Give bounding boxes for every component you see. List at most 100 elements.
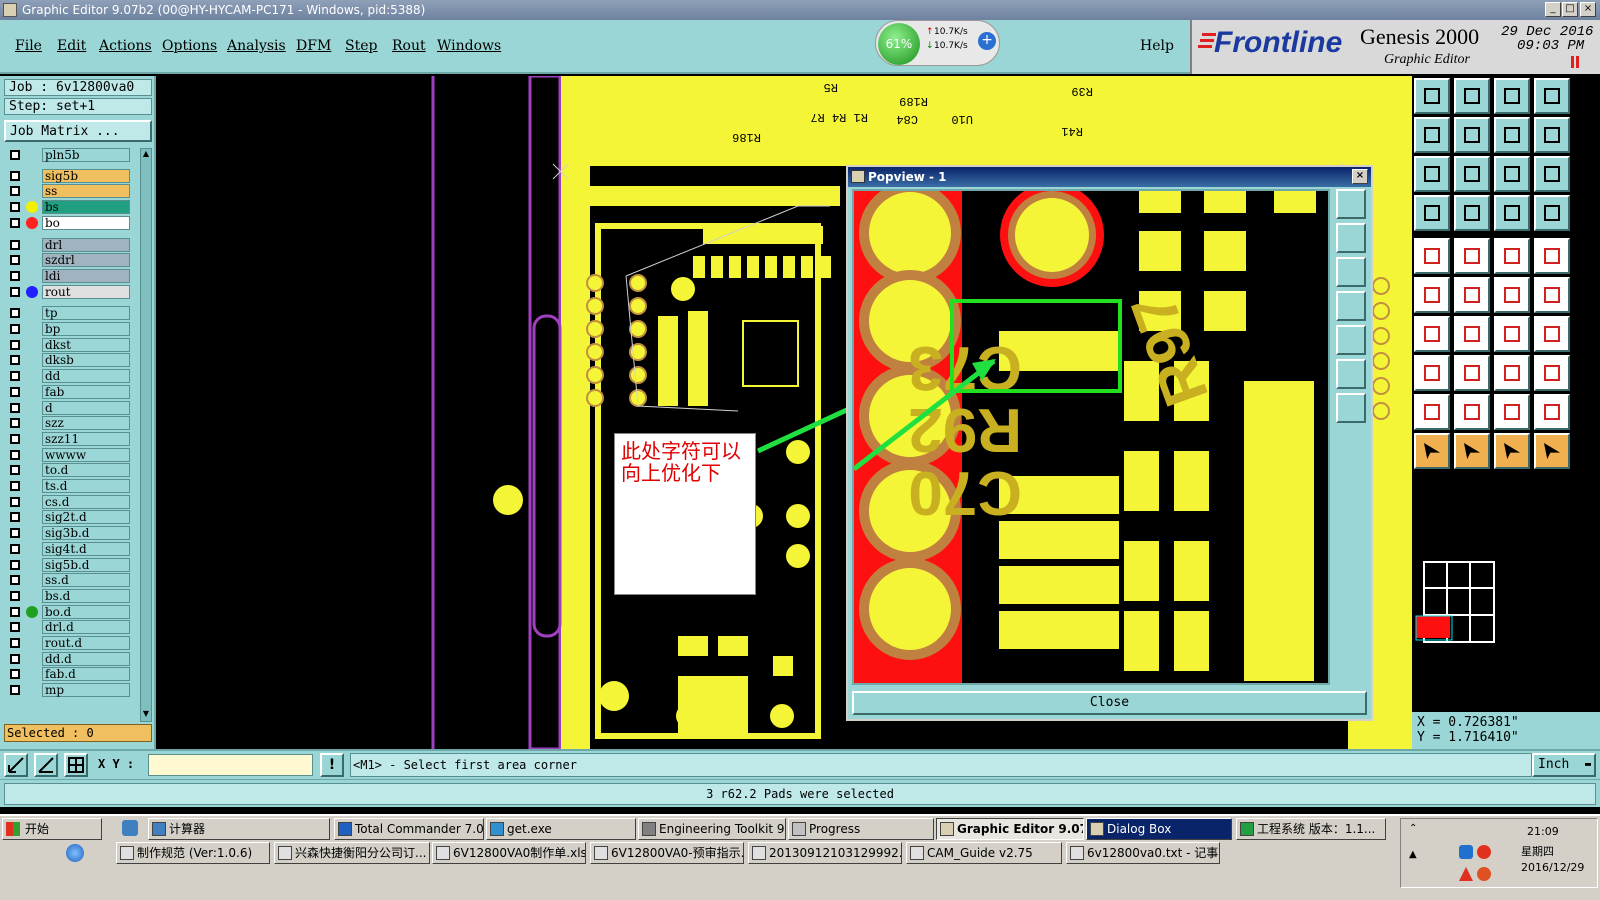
menu-step[interactable]: Step	[345, 38, 377, 54]
close-window-button[interactable]: ×	[1580, 2, 1596, 17]
select-tool[interactable]	[1414, 238, 1450, 274]
text-tool[interactable]	[1534, 316, 1570, 352]
menu-windows[interactable]: Windows	[437, 38, 501, 54]
pointer2-tool[interactable]	[1454, 433, 1490, 469]
scroll-up-icon[interactable]: ▲	[141, 149, 151, 161]
layer-name[interactable]: fab.d	[42, 667, 130, 682]
layer-checkbox[interactable]	[10, 606, 20, 617]
layer-checkbox[interactable]	[10, 418, 20, 429]
plus-icon[interactable]: +	[978, 32, 996, 50]
arc-tool[interactable]	[1414, 394, 1450, 430]
taskbar-item[interactable]: 工程系统 版本：1.1...	[1236, 818, 1386, 840]
ruler-tool[interactable]	[1494, 238, 1530, 274]
taskbar-item[interactable]: Engineering Toolkit 9.0...	[638, 818, 786, 840]
help-tool[interactable]	[1534, 156, 1570, 192]
layer-name[interactable]: pln5b	[42, 148, 130, 162]
layer-row-szz11[interactable]: szz11	[6, 431, 130, 446]
layer-row-drl-d[interactable]: drl.d	[6, 620, 130, 635]
polygon-tool[interactable]	[1534, 394, 1570, 430]
layer-row-ldi[interactable]: ldi	[6, 268, 130, 283]
layer-checkbox[interactable]	[10, 559, 20, 570]
layer-checkbox[interactable]	[10, 202, 20, 213]
zoom-page-button[interactable]	[1336, 223, 1366, 253]
layer-checkbox[interactable]	[10, 255, 20, 266]
drc-tool[interactable]	[1534, 195, 1570, 231]
taskbar-item[interactable]: 6V12800VA0-预审指示...	[590, 842, 744, 864]
menu-options[interactable]: Options	[162, 38, 217, 54]
snap-icon[interactable]	[4, 753, 28, 777]
layer-name[interactable]: szdrl	[42, 253, 130, 268]
taskbar-item[interactable]: Dialog Box	[1086, 818, 1232, 840]
popview-close-x-button[interactable]: ×	[1352, 169, 1368, 184]
layer-checkbox[interactable]	[10, 496, 20, 507]
net-monitor-widget[interactable]: 61% ↑ 10.7K/s ↓ 10.7K/s +	[875, 20, 1000, 66]
cross-tool[interactable]	[1454, 277, 1490, 313]
panel-tool[interactable]	[1534, 78, 1570, 114]
layer-checkbox[interactable]	[10, 543, 20, 554]
layer-name[interactable]: d	[42, 400, 130, 415]
layer-name[interactable]: sig2t.d	[42, 510, 130, 525]
layer-checkbox[interactable]	[10, 402, 20, 413]
layer-name[interactable]: ss.d	[42, 573, 130, 588]
pan-up-button[interactable]	[1336, 189, 1366, 219]
start-button[interactable]: 开始	[2, 818, 102, 840]
zoom-home-button[interactable]	[1336, 393, 1366, 423]
layer-row-sig5b-d[interactable]: sig5b.d	[6, 557, 130, 572]
layer-row-bp[interactable]: bp	[6, 322, 130, 336]
tray-update-icon[interactable]	[1477, 867, 1491, 881]
layer-row-sig5b[interactable]: sig5b	[6, 168, 130, 183]
layer-checkbox[interactable]	[10, 270, 20, 281]
move-right-tool[interactable]	[1454, 117, 1490, 153]
quick-launch-icon[interactable]	[66, 844, 84, 862]
grid-icon[interactable]	[64, 753, 88, 777]
layer-checkbox[interactable]	[10, 355, 20, 366]
layer-row-pln5b[interactable]: pln5b	[6, 148, 130, 162]
split-tool[interactable]	[1454, 355, 1490, 391]
layer-row-bs-d[interactable]: bs.d	[6, 588, 130, 603]
move-left-tool[interactable]	[1414, 117, 1450, 153]
layer-checkbox[interactable]	[10, 186, 20, 197]
measure-icon[interactable]	[34, 753, 58, 777]
taskbar-item[interactable]: 计算器	[148, 818, 330, 840]
flip-tool[interactable]	[1494, 117, 1530, 153]
vias-tool[interactable]	[1534, 277, 1570, 313]
taskbar-item[interactable]: 6V12800VA0制作单.xls	[432, 842, 586, 864]
line-tool[interactable]	[1454, 238, 1490, 274]
layer-row-wwww[interactable]: wwww	[6, 447, 130, 462]
zoom-down-button[interactable]	[1336, 257, 1366, 287]
zoom-left-button[interactable]	[1336, 291, 1366, 321]
circle-tool[interactable]	[1534, 238, 1570, 274]
pointer-tool[interactable]	[1414, 433, 1450, 469]
layer-checkbox[interactable]	[10, 433, 20, 444]
layer-row-sig4t-d[interactable]: sig4t.d	[6, 541, 130, 556]
taskbar-item[interactable]: 兴森快捷衡阳分公司订...	[274, 842, 430, 864]
layer-row-ts-d[interactable]: ts.d	[6, 479, 130, 493]
taskbar-item[interactable]: CAM_Guide v2.75	[906, 842, 1062, 864]
layer-name[interactable]: ss	[42, 184, 130, 199]
menu-actions[interactable]: Actions	[99, 38, 152, 54]
resize-tool[interactable]	[1414, 156, 1450, 192]
layer-checkbox[interactable]	[10, 638, 20, 648]
layer-row-rout-d[interactable]: rout.d	[6, 636, 130, 650]
layer-name[interactable]: bs.d	[42, 588, 130, 603]
slope-tool[interactable]	[1454, 316, 1490, 352]
layer-row-bo[interactable]: bo	[6, 215, 130, 230]
menu-analysis[interactable]: Analysis	[227, 38, 286, 54]
units-dropdown[interactable]: Inch ▬	[1532, 753, 1596, 777]
net-tool[interactable]	[1494, 195, 1530, 231]
layer-row-rout[interactable]: rout	[6, 284, 130, 299]
layer-checkbox[interactable]	[10, 371, 20, 382]
layer-name[interactable]: bo.d	[42, 604, 130, 619]
layer-list-scrollbar[interactable]: ▲ ▼	[140, 148, 152, 722]
layer-name[interactable]: dkst	[42, 337, 130, 352]
layer-row-dd[interactable]: dd	[6, 369, 130, 384]
layer-row-to-d[interactable]: to.d	[6, 463, 130, 478]
layer-checkbox[interactable]	[10, 150, 20, 160]
menu-file[interactable]: File	[15, 38, 42, 54]
scroll-down-icon[interactable]: ▼	[141, 709, 151, 721]
zoom-fit-button[interactable]	[1336, 359, 1366, 389]
minimize-button[interactable]: _	[1545, 2, 1561, 17]
layer-name[interactable]: tp	[42, 306, 130, 321]
route-tool[interactable]	[1494, 277, 1530, 313]
layer-row-dd-d[interactable]: dd.d	[6, 651, 130, 666]
